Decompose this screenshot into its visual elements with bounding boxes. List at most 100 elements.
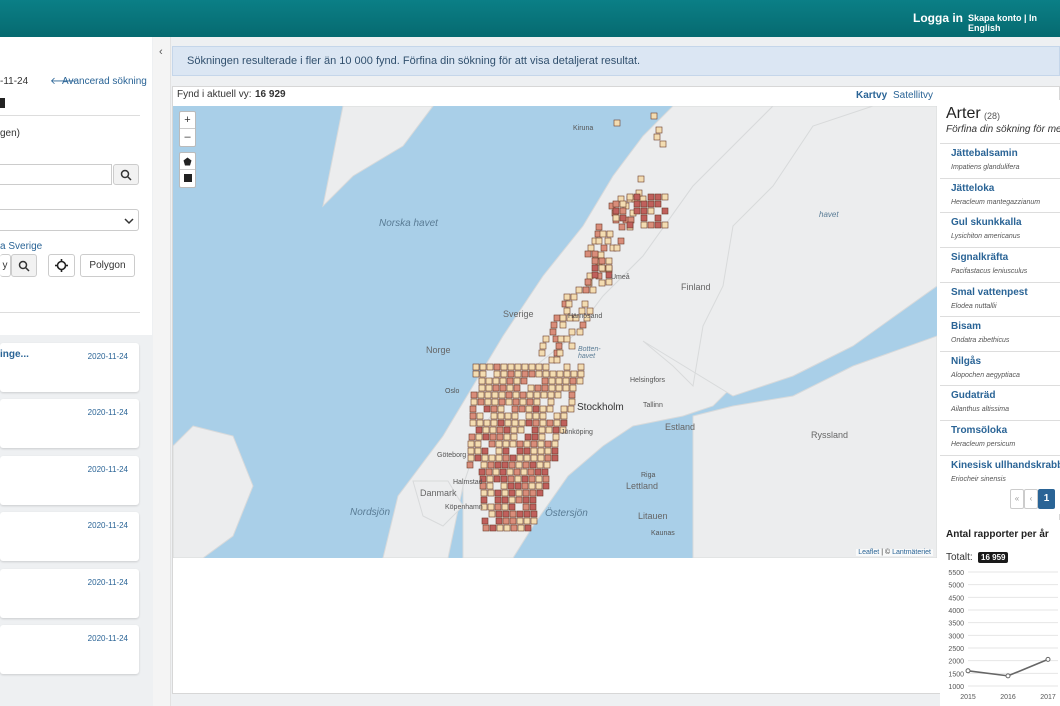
species-scientific-name: Impatiens glandulifera	[951, 164, 1020, 171]
label-nordsjon: Nordsjön	[350, 507, 391, 518]
sweden-link[interactable]: a Sverige	[0, 241, 42, 252]
occurrence-cell	[569, 377, 577, 385]
saved-search-card[interactable]: 2020-11-24	[0, 625, 139, 674]
species-item[interactable]: Tromsöloka Heracleum persicum	[940, 420, 1060, 455]
occurrence-cell	[528, 370, 536, 378]
draw-polygon-button[interactable]	[180, 153, 195, 170]
saved-search-card[interactable]: 2020-11-24	[0, 399, 139, 448]
species-item[interactable]: Gul skunkkalla Lysichiton americanus	[940, 212, 1060, 247]
draw-rectangle-button[interactable]	[180, 170, 195, 187]
species-scientific-name: Ailanthus altissima	[951, 406, 1009, 413]
occurrence-cell	[606, 230, 614, 238]
occurrence-cell	[507, 475, 515, 483]
occurrence-cell	[527, 384, 535, 392]
occurrence-cell	[563, 293, 571, 301]
saved-search-card[interactable]: 2020-11-24	[0, 569, 139, 618]
occurrence-cell	[480, 461, 488, 469]
saved-search-card[interactable]: inge... 2020-11-24	[0, 343, 139, 392]
occurrence-cell	[626, 193, 634, 201]
label-oslo: Oslo	[445, 388, 460, 395]
map-attribution: Leaflet | © Lantmäteriet	[856, 549, 933, 556]
occurrence-cell	[637, 175, 645, 183]
occurrence-cell	[547, 398, 555, 406]
occurrence-cell	[499, 377, 507, 385]
zoom-out-button[interactable]: –	[180, 129, 195, 146]
occurrence-cell	[486, 363, 494, 371]
occurrence-cell	[500, 482, 508, 490]
species-item[interactable]: Nilgås Alopochen aegyptiaca	[940, 351, 1060, 386]
polygon-button[interactable]: Polygon	[80, 254, 135, 277]
occurrence-cell	[549, 370, 557, 378]
pager-first-button[interactable]: «	[1010, 489, 1024, 509]
occurrence-cell	[633, 207, 641, 215]
locate-me-button[interactable]	[48, 254, 75, 277]
map-canvas[interactable]: Norska havet Nordsjön Östersjön havet Bo…	[173, 106, 937, 558]
occurrence-cell	[618, 223, 626, 231]
create-account-link[interactable]: Skapa konto | In English	[968, 13, 1060, 33]
occurrence-cell	[497, 405, 505, 413]
pager-page-1[interactable]: 1	[1038, 489, 1055, 509]
chart-title: Antal rapporter per år	[946, 529, 1049, 540]
species-item[interactable]: Bisam Ondatra zibethicus	[940, 316, 1060, 351]
occurrence-cell	[489, 433, 497, 441]
occurrence-cell	[576, 377, 584, 385]
label-helsingfors: Helsingfors	[630, 377, 666, 384]
occurrence-cell	[481, 447, 489, 455]
label-norge: Norge	[426, 345, 451, 355]
occurrence-cell	[613, 244, 621, 252]
search-input[interactable]	[0, 164, 112, 185]
occurrence-cell	[565, 300, 573, 308]
occurrence-cell	[555, 342, 563, 350]
species-item[interactable]: Kinesisk ullhandskrabb Eriocheir sinensis	[940, 455, 1060, 490]
occurrence-cell	[482, 524, 490, 532]
occurrence-cell	[508, 496, 516, 504]
occurrence-cell	[516, 440, 524, 448]
tab-satellite-view[interactable]: Satellitvy	[893, 90, 933, 101]
saved-search-card[interactable]: 2020-11-24	[0, 512, 139, 561]
occurrence-cell	[481, 454, 489, 462]
occurrence-cell	[555, 377, 563, 385]
occurrence-cell	[560, 412, 568, 420]
saved-search-card[interactable]: 2020-11-24	[0, 456, 139, 505]
occurrence-cell	[551, 447, 559, 455]
occurrence-cell	[532, 405, 540, 413]
occurrence-cell	[510, 524, 518, 532]
location-button-fragment[interactable]: y	[0, 254, 11, 277]
advanced-search-link[interactable]: Avancerad sökning	[62, 76, 147, 87]
species-item[interactable]: Signalkräfta Pacifastacus leniusculus	[940, 247, 1060, 282]
tab-map-view[interactable]: Kartvy	[856, 90, 887, 101]
label-litauen: Litauen	[638, 511, 668, 521]
occurrence-cell	[501, 503, 509, 511]
occurrence-cell	[472, 363, 480, 371]
occurrence-cell	[539, 405, 547, 413]
occurrence-cell	[501, 496, 509, 504]
species-item[interactable]: Jättebalsamin Impatiens glandulifera	[940, 143, 1060, 178]
occurrence-cell	[581, 300, 589, 308]
occurrence-cell	[640, 200, 648, 208]
occurrence-cell	[509, 517, 517, 525]
map-search-button[interactable]	[11, 254, 37, 277]
region-select[interactable]	[0, 209, 139, 231]
occurrence-cell	[516, 517, 524, 525]
leaflet-link[interactable]: Leaflet	[858, 549, 879, 556]
search-button[interactable]	[113, 164, 139, 185]
occurrence-cell	[483, 405, 491, 413]
occurrence-cell	[577, 363, 585, 371]
occurrence-cell	[522, 461, 530, 469]
species-item[interactable]: Gudaträd Ailanthus altissima	[940, 385, 1060, 420]
species-item[interactable]: Jätteloka Heracleum mantegazzianum	[940, 178, 1060, 213]
species-name: Gul skunkkalla	[951, 217, 1022, 228]
lantmateriet-link[interactable]: Lantmäteriet	[892, 549, 931, 556]
occurrence-cell	[612, 214, 620, 222]
occurrence-cell	[598, 279, 606, 287]
occurrence-cell	[544, 447, 552, 455]
sidebar-collapse-toggle[interactable]: ‹	[153, 37, 171, 706]
occurrence-cell	[508, 489, 516, 497]
occurrence-cell	[493, 475, 501, 483]
pager-prev-button[interactable]: ‹	[1024, 489, 1038, 509]
login-link[interactable]: Logga in	[913, 11, 963, 25]
species-item[interactable]: Smal vattenpest Elodea nuttallii	[940, 282, 1060, 317]
occurrence-cell	[514, 363, 522, 371]
zoom-in-button[interactable]: +	[180, 112, 195, 129]
occurrence-cell	[534, 384, 542, 392]
